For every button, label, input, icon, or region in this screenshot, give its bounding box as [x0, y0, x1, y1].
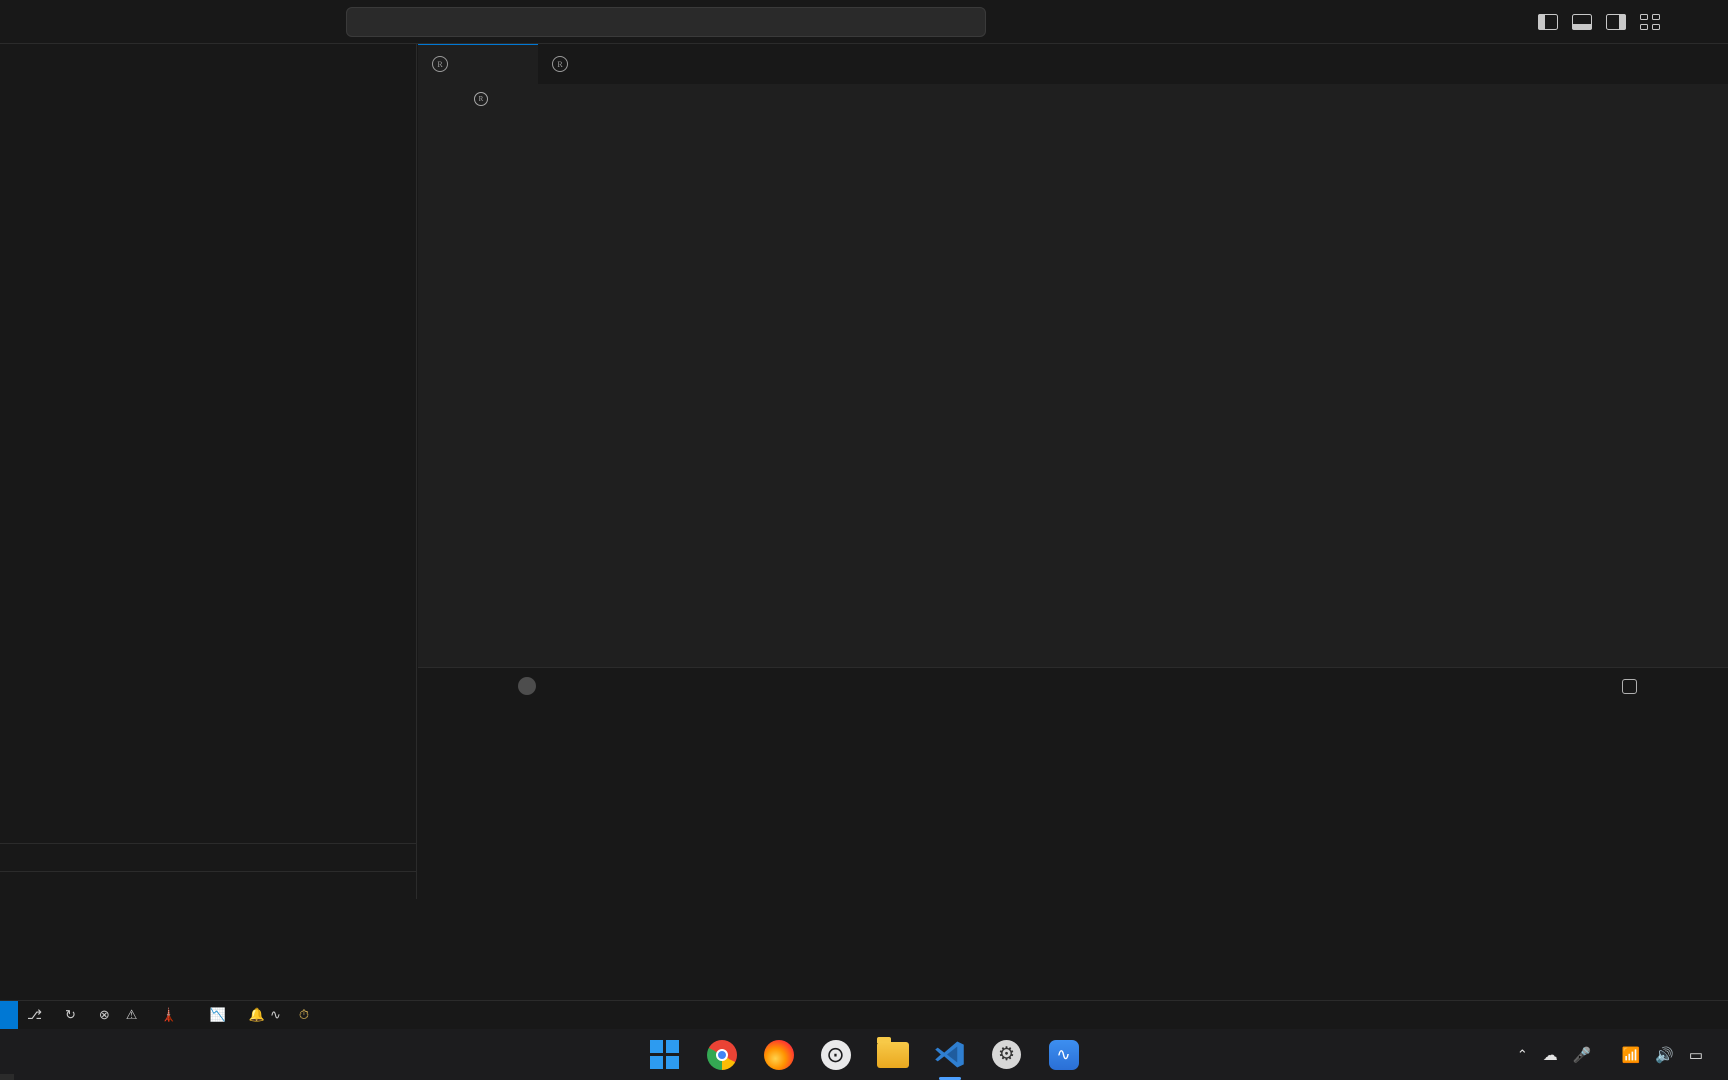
status-cursor-position[interactable] [1656, 1001, 1674, 1030]
bottom-panel [418, 667, 1728, 899]
ports-count-badge [518, 677, 536, 695]
sync-icon: ↻ [64, 1007, 76, 1022]
breadcrumb: R [418, 84, 1728, 114]
source-control-branch-icon: ⎇ [27, 1007, 42, 1022]
menu-bar [0, 18, 182, 26]
status-extension-indicators[interactable]: 🔔 ∿ [240, 1001, 290, 1030]
vscode-window: R R R ⎇ ↻ ⊗ ⚠ 🗼 📉 🔔 ∿ ⏱ ⊙ ⚙ ∿ ⌃ ☁ 🎤 📶 🔊 … [0, 0, 1728, 1080]
status-misc[interactable]: ⏱ [290, 1001, 323, 1030]
blue-app-icon[interactable]: ∿ [1048, 1039, 1080, 1071]
tab-ports[interactable] [496, 668, 550, 704]
tab-main-rs[interactable]: R [418, 44, 538, 84]
vscode-icon[interactable] [934, 1039, 966, 1080]
terminal-icon [1622, 678, 1637, 694]
title-bar [0, 0, 1728, 44]
taskbar-icons: ⊙ ⚙ ∿ [649, 1036, 1080, 1080]
status-stock[interactable]: 📉 [191, 1001, 240, 1030]
chrome-icon[interactable] [706, 1039, 738, 1071]
github-icon[interactable]: ⊙ [820, 1039, 852, 1071]
status-indentation[interactable] [1674, 1001, 1692, 1030]
window-controls [1538, 0, 1728, 44]
toggle-secondary-sidebar-icon[interactable] [1606, 14, 1626, 30]
customize-layout-icon[interactable] [1640, 14, 1660, 30]
toggle-primary-sidebar-icon[interactable] [1538, 14, 1558, 30]
stock-trend-icon: 📉 [209, 1007, 226, 1022]
bell-icon: 🔔 [248, 1007, 266, 1022]
menu-item-go[interactable] [78, 18, 104, 26]
menu-item-selection[interactable] [26, 18, 52, 26]
status-sync[interactable]: ↻ [56, 1001, 90, 1030]
battery-icon[interactable]: ▭ [1689, 1046, 1703, 1064]
remote-indicator[interactable] [0, 1000, 18, 1030]
tab-debug-console[interactable] [468, 668, 496, 704]
radio-tower-icon: 🗼 [160, 1007, 177, 1022]
firefox-icon[interactable] [763, 1039, 795, 1071]
explorer-header [0, 44, 416, 79]
menu-item-help[interactable] [156, 18, 182, 26]
tab-terminal[interactable] [550, 668, 578, 704]
menu-item-edit[interactable] [0, 18, 26, 26]
volume-icon[interactable]: 🔊 [1655, 1046, 1674, 1064]
status-branch[interactable]: ⎇ [18, 1001, 56, 1030]
tab-output[interactable] [440, 668, 468, 704]
screen-recording-badge [0, 1074, 14, 1080]
settings-icon[interactable]: ⚙ [991, 1039, 1023, 1071]
code-editor[interactable] [418, 114, 1728, 629]
panel-actions [1622, 668, 1714, 704]
warning-icon: ⚠ [125, 1007, 138, 1022]
wifi-icon[interactable]: 📶 [1621, 1046, 1640, 1064]
status-eol[interactable] [1710, 1001, 1728, 1030]
windows-start-icon[interactable] [649, 1039, 681, 1071]
vscode-logo-svg [935, 1041, 964, 1068]
status-problems[interactable]: ⊗ ⚠ [90, 1001, 152, 1030]
system-tray: ⌃ ☁ 🎤 📶 🔊 ▭ [1517, 1029, 1718, 1080]
status-ports[interactable]: 🗼 [151, 1001, 190, 1030]
rust-file-icon: R [474, 92, 488, 106]
file-explorer-icon[interactable] [876, 1036, 909, 1071]
pulse-icon: ∿ [270, 1007, 281, 1022]
timer-icon: ⏱ [298, 1007, 310, 1022]
menu-item-terminal[interactable] [130, 18, 156, 26]
layout-toggle-group [1538, 14, 1660, 30]
tray-expand-icon[interactable]: ⌃ [1517, 1047, 1528, 1063]
cloud-icon[interactable]: ☁ [1543, 1046, 1558, 1064]
explorer-sidebar [0, 44, 417, 899]
rust-file-icon: R [432, 56, 448, 72]
menu-item-view[interactable] [52, 18, 78, 26]
windows-taskbar: ⊙ ⚙ ∿ ⌃ ☁ 🎤 📶 🔊 ▭ [0, 1029, 1728, 1080]
active-app-indicator [938, 1076, 961, 1080]
file-tree[interactable] [0, 109, 416, 869]
terminal-output[interactable] [418, 704, 1728, 899]
microphone-icon[interactable]: 🎤 [1573, 1046, 1592, 1064]
error-icon: ⊗ [98, 1007, 110, 1022]
status-encoding[interactable] [1692, 1001, 1710, 1030]
outline-section-header[interactable] [0, 843, 416, 871]
command-center-search[interactable] [346, 6, 986, 37]
toggle-panel-icon[interactable] [1572, 14, 1592, 30]
panel-tabs [418, 668, 1728, 704]
problems-section-header[interactable] [0, 871, 416, 899]
menu-item-run[interactable] [104, 18, 130, 26]
active-terminal-name[interactable] [1622, 678, 1644, 694]
minimize-button[interactable] [1682, 0, 1728, 44]
status-bar-right [1656, 1001, 1728, 1030]
rust-file-icon: R [552, 56, 568, 72]
workspace-root-label[interactable] [0, 79, 416, 109]
tab-concurrency-limiter-rs[interactable]: R [538, 44, 658, 84]
status-bar: ⎇ ↻ ⊗ ⚠ 🗼 📉 🔔 ∿ ⏱ [0, 1000, 1728, 1030]
editor-tabs: R R [418, 44, 1728, 84]
